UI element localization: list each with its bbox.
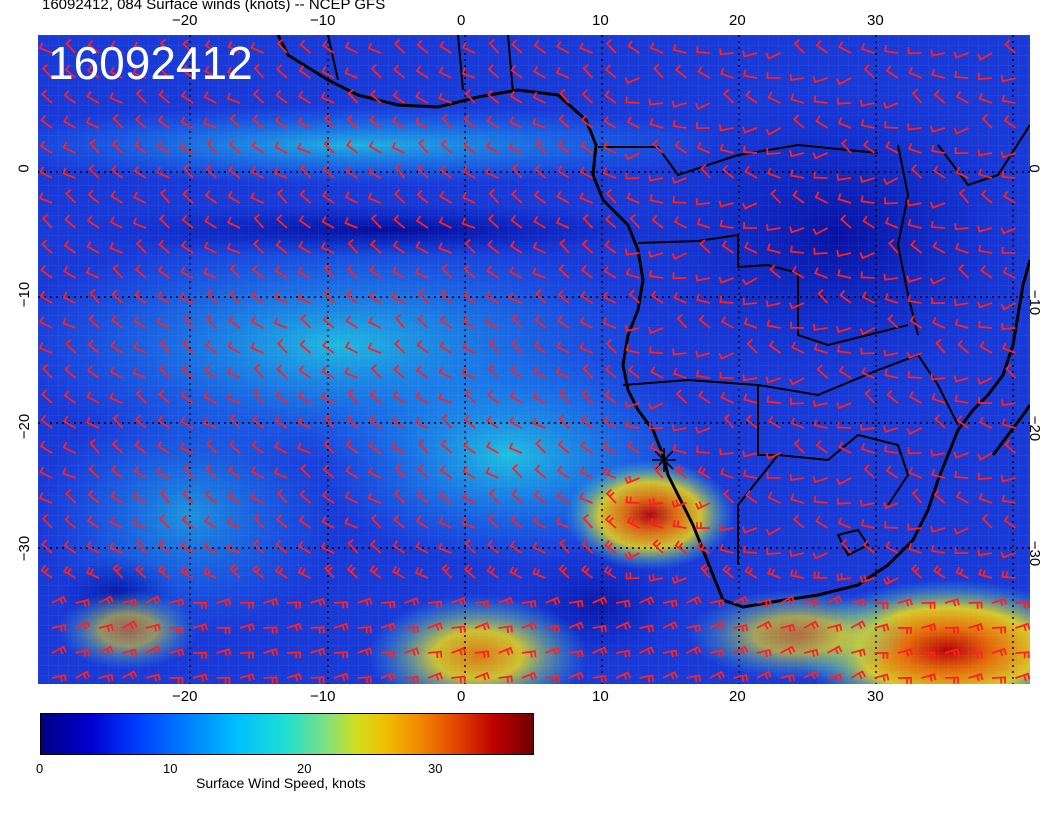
top-lon-label: 0 bbox=[457, 12, 466, 29]
colorbar-tick: 30 bbox=[428, 761, 443, 776]
bottom-lon-label: 10 bbox=[592, 688, 609, 705]
wind-map bbox=[38, 35, 1030, 684]
colorbar-title: Surface Wind Speed, knots bbox=[196, 775, 366, 791]
top-lon-label: −10 bbox=[310, 12, 336, 29]
colorbar-tick: 0 bbox=[36, 761, 44, 776]
left-lat-label: −20 bbox=[16, 413, 34, 440]
colorbar-tick: 20 bbox=[297, 761, 312, 776]
date-stamp: 16092412 bbox=[48, 37, 253, 89]
top-lon-label: 20 bbox=[729, 12, 746, 29]
bottom-lon-label: −10 bbox=[310, 688, 336, 705]
top-lon-label: −20 bbox=[172, 12, 198, 29]
top-lon-label: 30 bbox=[867, 12, 884, 29]
bottom-lon-label: 20 bbox=[729, 688, 746, 705]
left-lat-label: −30 bbox=[16, 535, 34, 562]
model-grid bbox=[38, 35, 1030, 684]
bottom-lon-label: −20 bbox=[172, 688, 198, 705]
colorbar-tick: 10 bbox=[163, 761, 178, 776]
left-lat-label: −10 bbox=[16, 281, 34, 308]
left-lat-label: 0 bbox=[15, 164, 33, 173]
bottom-lon-label: 0 bbox=[457, 688, 466, 705]
wind-map-canvas bbox=[38, 35, 1030, 684]
top-lon-label: 10 bbox=[592, 12, 609, 29]
colorbar bbox=[40, 713, 534, 755]
bottom-lon-label: 30 bbox=[867, 688, 884, 705]
station-marker-icon bbox=[652, 448, 676, 472]
